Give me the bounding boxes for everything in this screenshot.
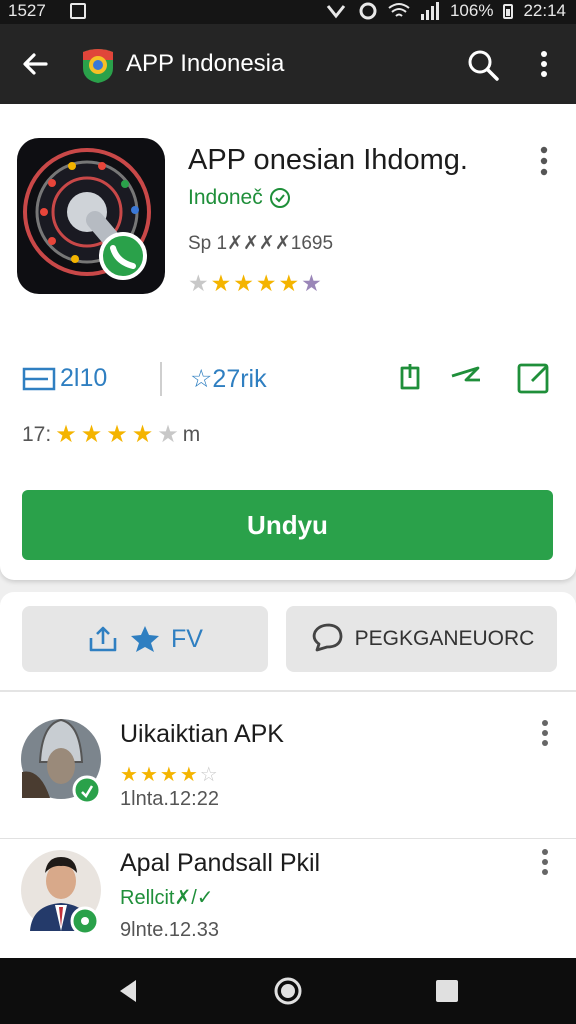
list-item-menu-icon[interactable] — [536, 718, 554, 748]
cell-signal-icon — [420, 2, 439, 20]
recents-nav-icon[interactable] — [432, 976, 462, 1006]
install-button-label: Undyu — [247, 509, 328, 540]
star-icon: ★ — [106, 421, 128, 448]
wifi-icon — [388, 3, 410, 17]
downloads-value: 2l10 — [60, 364, 108, 392]
app-bar-title: APP Indonesia — [126, 50, 285, 77]
back-nav-icon[interactable] — [114, 976, 144, 1006]
verified-icon — [269, 188, 290, 208]
star-icon: ★ — [55, 421, 77, 448]
comment-button[interactable]: PEGKGANEUORC — [286, 606, 557, 672]
star-icon: ★ — [233, 270, 254, 296]
upload-icon — [89, 626, 117, 652]
list-item-title: Uikaiktian APK — [120, 720, 284, 748]
app-name: APP onesian Ihdomg. — [188, 144, 468, 176]
list-item[interactable]: Apal Pandsall Pkil Rellcit✗/✓ 9lnte.12.3… — [0, 838, 576, 972]
share-favorite-button[interactable]: FV — [22, 606, 268, 672]
related-apps-list: Uikaiktian APK ★ ★ ★ ★ ☆ 1lnta.12:22 Apa… — [0, 690, 576, 958]
share-icon[interactable] — [392, 360, 428, 396]
back-arrow-icon[interactable] — [20, 48, 52, 80]
app-size-info: Sp 1✗✗✗✗1695 — [188, 233, 334, 254]
list-item-date: 9lnte.12.33 — [120, 919, 219, 941]
list-item[interactable]: Uikaiktian APK ★ ★ ★ ★ ☆ 1lnta.12:22 — [0, 706, 576, 840]
app-bar: APP Indonesia — [0, 24, 576, 104]
comment-icon — [312, 623, 343, 652]
star-icon: ★ — [80, 421, 103, 448]
status-bar: 1527 106% 22:14 — [0, 0, 576, 24]
favorite-icon — [131, 626, 160, 652]
avatar — [21, 718, 102, 802]
star-icon: ★ — [159, 764, 178, 786]
comment-label: PEGKGANEUORC — [354, 627, 535, 650]
action-section: FV PEGKGANEUORC — [0, 592, 576, 690]
star-empty-icon: ☆ — [199, 764, 218, 786]
star-icon: ★ — [301, 270, 322, 296]
app-detail-card: APP onesian Ihdomg. Indoneč Sp 1✗✗✗✗1695… — [0, 104, 576, 580]
downloads-stat: 2l10 — [22, 364, 107, 393]
star-icon: ★ — [120, 764, 138, 786]
reviews-stat: ☆27rik — [190, 364, 267, 394]
list-item-rating: ★ ★ ★ ★ ☆ — [120, 762, 218, 787]
list-item-date: 1lnta.12:22 — [120, 788, 219, 810]
star-half-icon: ★ — [131, 421, 154, 448]
flash-icon[interactable] — [448, 360, 484, 396]
developer-name: Indoneč — [188, 186, 263, 209]
avatar — [21, 850, 101, 933]
star-icon: ★ — [179, 764, 198, 786]
star-icon: ★ — [139, 764, 158, 786]
home-nav-icon[interactable] — [273, 976, 303, 1006]
battery-percent: 106% — [449, 1, 494, 20]
stats-divider — [160, 362, 162, 396]
list-item-subtitle: Rellcit✗/✓ — [120, 887, 214, 909]
list-item-menu-icon[interactable] — [536, 847, 554, 877]
developer-row[interactable]: Indoneč — [188, 186, 291, 210]
download-count-icon — [22, 367, 56, 390]
app-icon[interactable] — [17, 138, 165, 294]
install-button[interactable]: Undyu — [22, 490, 553, 560]
battery-icon — [503, 3, 514, 19]
star-icon: ★ — [188, 270, 209, 296]
app-rating-stars: ★ ★ ★ ★ ★ ★ — [188, 270, 322, 297]
search-icon[interactable] — [466, 48, 500, 82]
image-notification-icon — [70, 3, 86, 19]
system-nav-bar — [0, 958, 576, 1024]
star-icon: ★ — [210, 270, 232, 296]
status-right: 106% 22:14 — [326, 1, 566, 21]
share-favorite-label: FV — [171, 624, 203, 653]
status-time-right: 22:14 — [523, 1, 566, 20]
list-item-title: Apal Pandsall Pkil — [120, 849, 321, 877]
star-icon: ★ — [255, 270, 277, 296]
edit-icon[interactable] — [516, 360, 552, 396]
reviews-value: ☆27rik — [190, 365, 267, 393]
star-icon: ★ — [157, 421, 179, 448]
status-time-left: 1527 — [8, 1, 46, 20]
sync-icon — [359, 2, 377, 20]
overflow-menu-icon[interactable] — [534, 49, 554, 79]
signal-icon — [326, 5, 346, 19]
star-icon: ★ — [278, 270, 300, 296]
play-store-logo-icon — [83, 49, 113, 83]
rating-summary: 17: ★ ★ ★ ★ ★ m — [22, 420, 200, 449]
rating-prefix: 17: — [22, 422, 52, 446]
app-overflow-menu-icon[interactable] — [534, 144, 554, 178]
rating-suffix: m — [182, 422, 201, 446]
